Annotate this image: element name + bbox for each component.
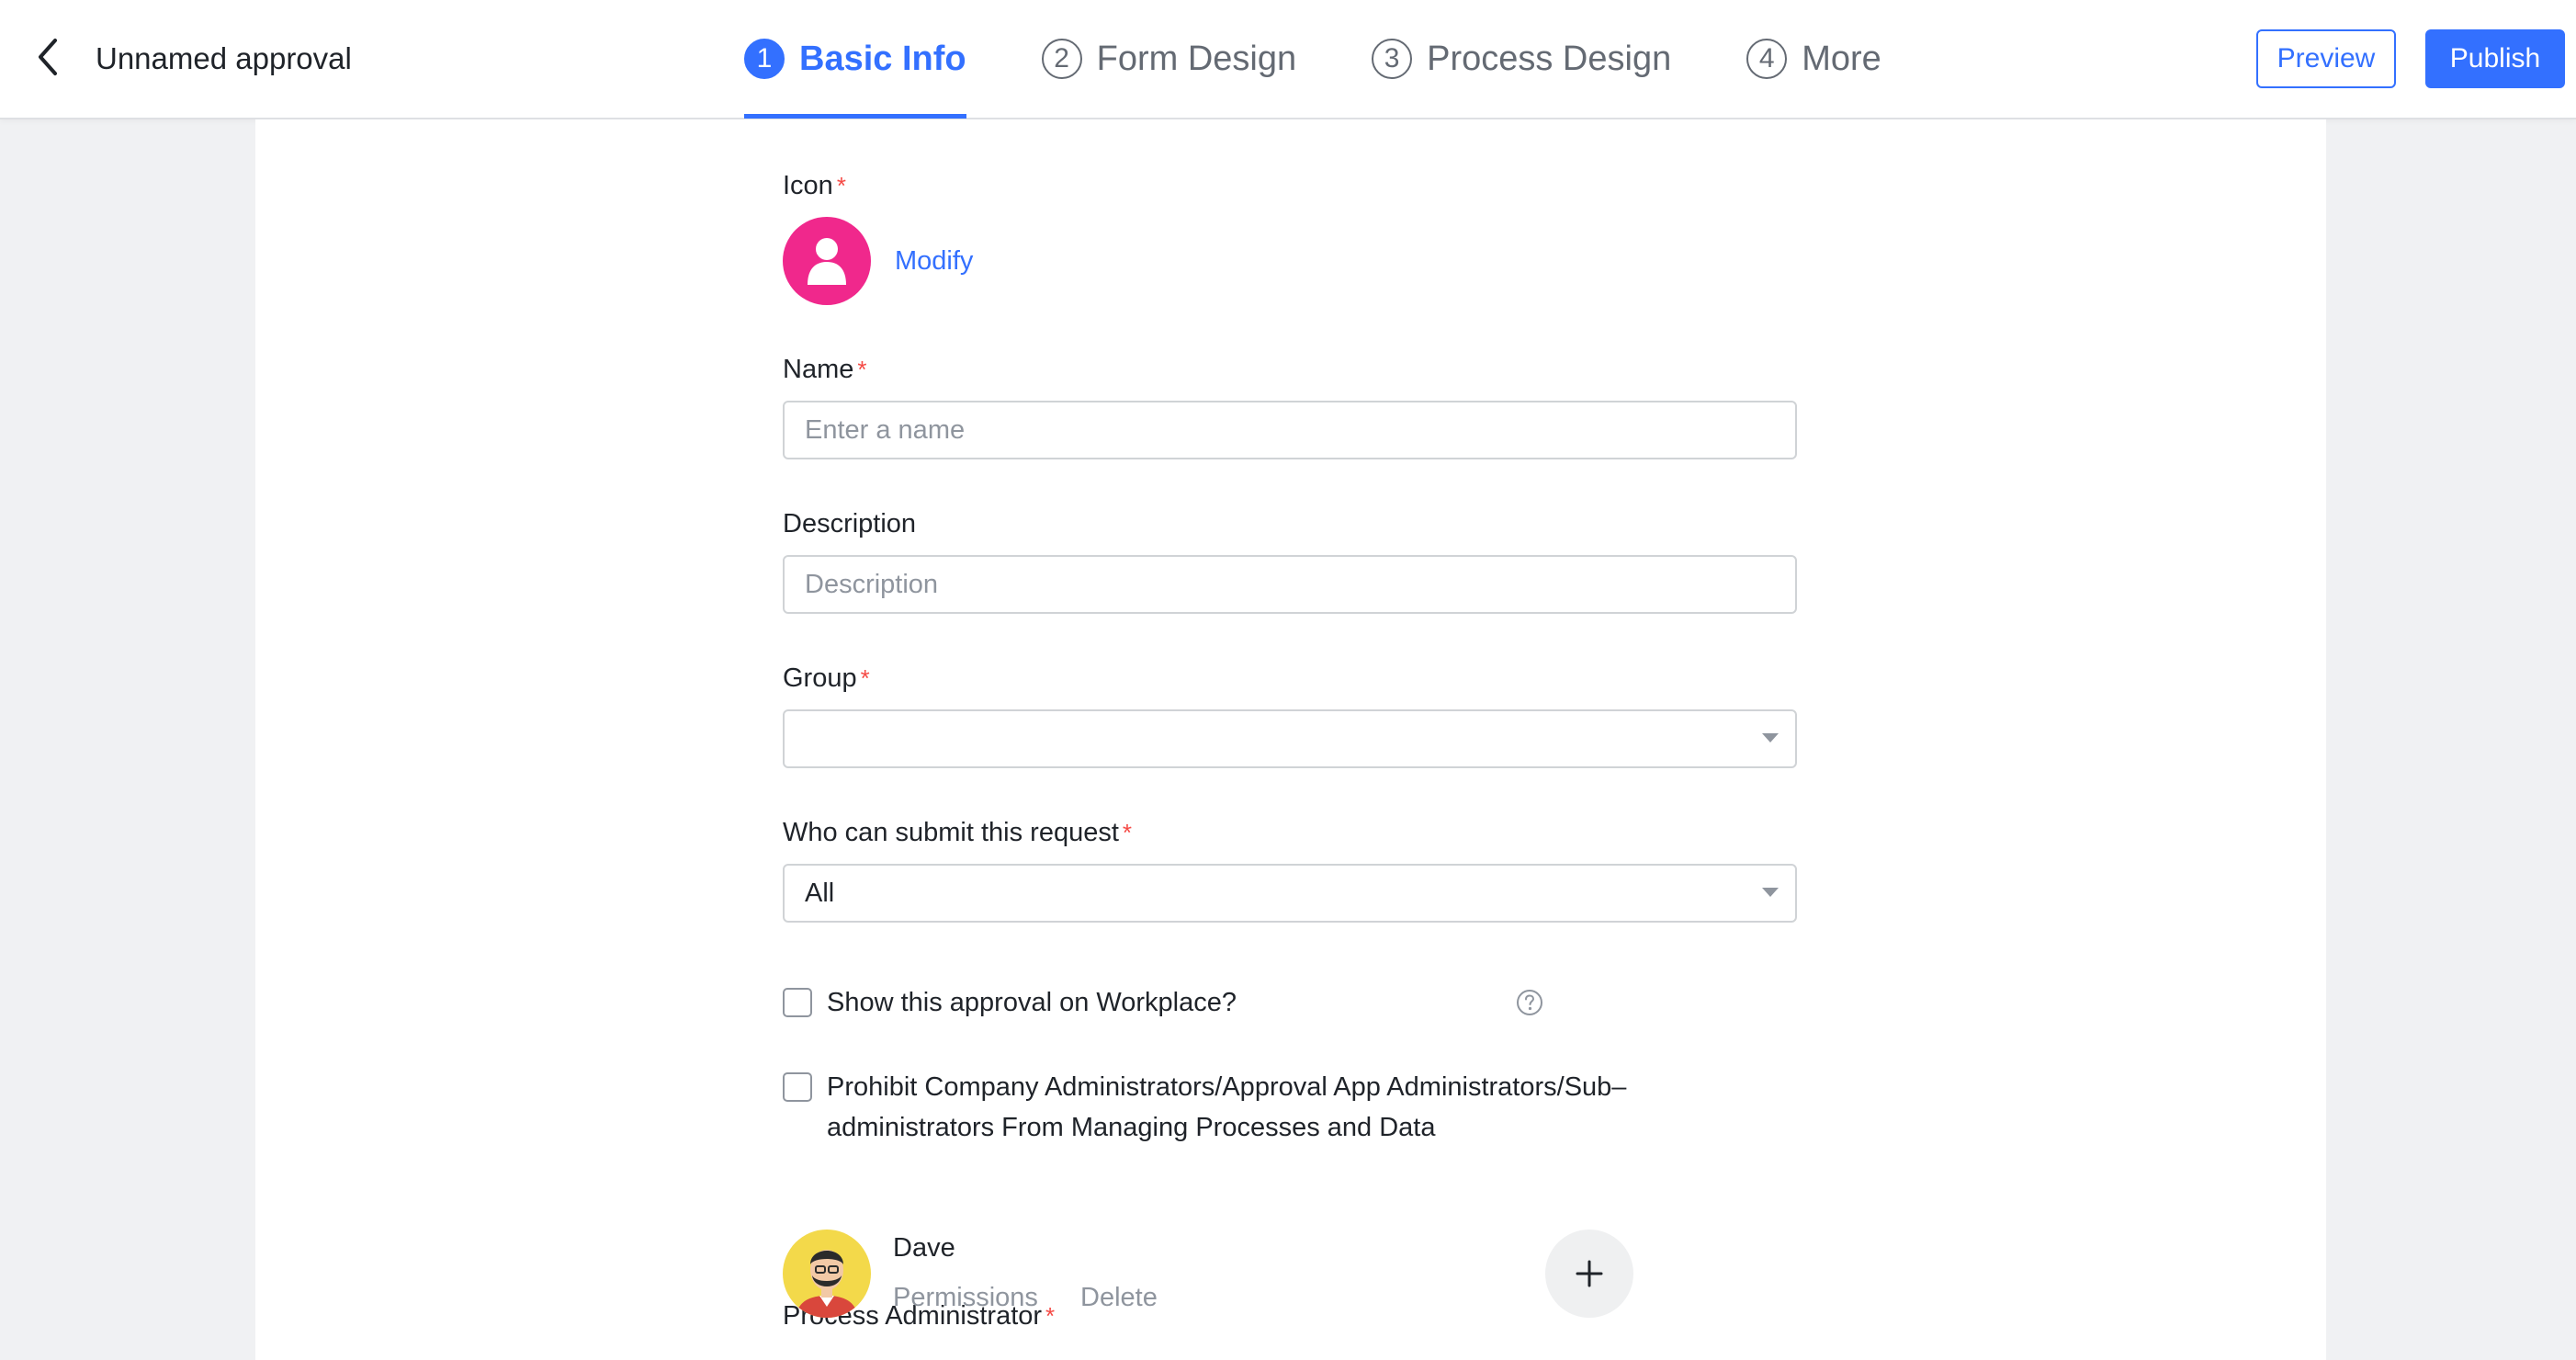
- step-number: 1: [744, 39, 785, 79]
- step-label: Basic Info: [799, 39, 966, 78]
- avatar[interactable]: [783, 1230, 871, 1318]
- step-label: Form Design: [1096, 39, 1297, 78]
- step-number: 4: [1746, 39, 1788, 79]
- step-navigation: 1 Basic Info 2 Form Design 3 Process Des…: [744, 0, 1957, 119]
- step-label: Process Design: [1427, 39, 1672, 78]
- top-bar: Unnamed approval 1 Basic Info 2 Form Des…: [0, 0, 2576, 119]
- step-label: More: [1802, 39, 1881, 78]
- page-title: Unnamed approval: [96, 41, 352, 75]
- process-admin-section: Dave Permissions Delete: [783, 119, 1797, 1360]
- step-number: 2: [1041, 39, 1082, 79]
- tab-process-design[interactable]: 3 Process Design: [1372, 0, 1671, 118]
- step-number: 3: [1372, 39, 1413, 79]
- tab-more[interactable]: 4 More: [1746, 0, 1881, 118]
- admin-permissions-link[interactable]: Permissions: [893, 1279, 1038, 1316]
- back-arrow-icon[interactable]: [20, 29, 75, 85]
- tab-basic-info[interactable]: 1 Basic Info: [744, 0, 966, 119]
- add-admin-button[interactable]: [1545, 1230, 1633, 1318]
- admin-delete-link[interactable]: Delete: [1080, 1279, 1158, 1316]
- tab-form-design[interactable]: 2 Form Design: [1041, 0, 1297, 118]
- publish-button[interactable]: Publish: [2425, 29, 2565, 88]
- plus-icon: [1576, 1260, 1603, 1287]
- preview-button[interactable]: Preview: [2256, 29, 2396, 88]
- admin-name: Dave: [893, 1233, 955, 1263]
